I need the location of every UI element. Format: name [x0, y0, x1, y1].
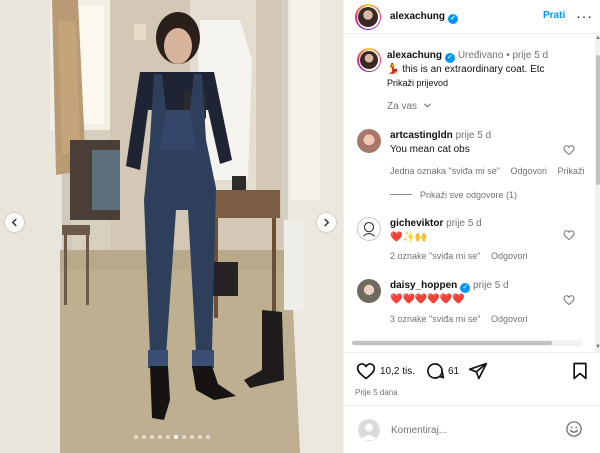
post-photo[interactable] [0, 0, 343, 453]
chevron-down-icon [423, 103, 431, 108]
verified-badge-icon: ✓ [445, 53, 456, 63]
commenter-username[interactable]: artcastingldn [390, 130, 453, 141]
like-count[interactable]: 10,2 tis. [380, 366, 415, 377]
heart-icon[interactable] [563, 229, 575, 241]
view-replies-link[interactable]: Prikaži sve odgovore (1) [390, 190, 517, 200]
dancer-emoji: 💃 [387, 64, 400, 75]
reply-divider-line [390, 194, 412, 195]
more-options-icon[interactable]: ··· [576, 8, 593, 24]
follow-button[interactable]: Prati [543, 10, 565, 21]
comment-like-count[interactable]: 2 oznake "sviđa mi se" [390, 251, 480, 261]
comment-actions: Jedna oznaka "sviđa mi se" Odgovori Prik… [390, 166, 593, 176]
commenter-avatar[interactable] [357, 129, 381, 153]
comment-like-count[interactable]: Jedna oznaka "sviđa mi se" [390, 166, 500, 176]
post-date[interactable]: Prije 5 dana [355, 388, 398, 397]
comment-actions: 3 oznake "sviđa mi se" Odgovori [390, 314, 535, 324]
reply-button[interactable]: Odgovori [491, 314, 528, 324]
carousel-indicator [134, 435, 210, 439]
comment-like-count[interactable]: 3 oznake "sviđa mi se" [390, 314, 480, 324]
commenter-avatar[interactable] [357, 217, 381, 241]
comment-text: ❤️❤️❤️❤️❤️❤️ [390, 294, 465, 305]
heart-icon[interactable] [356, 361, 376, 381]
comment-text: You mean cat obs [390, 144, 470, 155]
author-username[interactable]: alexachung ✓ [390, 11, 459, 24]
post-header: alexachung ✓ Prati ··· [344, 0, 600, 34]
carousel-dot [174, 435, 178, 439]
edited-label: Uređivano [457, 50, 504, 61]
chevron-left-icon [11, 218, 17, 227]
comment-item: daisy_hoppen ✓ prije 5 d ❤️❤️❤️❤️❤️❤️ 3 o… [344, 277, 595, 337]
carousel-dot [190, 435, 194, 439]
paper-plane-icon[interactable] [468, 361, 488, 381]
comments-scrollbar[interactable]: ▲ ▼ [595, 35, 600, 352]
horizontal-scrollbar[interactable] [352, 340, 582, 346]
smiley-icon[interactable] [565, 420, 583, 438]
heart-icon[interactable] [563, 294, 575, 306]
caption-username[interactable]: alexachung [387, 50, 442, 61]
comment-item: artcastingldn prije 5 d You mean cat obs… [344, 127, 595, 207]
post-side-panel: alexachung ✓ Prati ··· alexachung ✓ Uređiv… [343, 0, 600, 453]
comment-time[interactable]: prije 5 d [446, 218, 482, 229]
next-slide-button[interactable] [317, 213, 336, 232]
default-user-icon [361, 423, 377, 440]
comment-input[interactable] [391, 420, 551, 440]
scroll-up-arrow-icon[interactable]: ▲ [595, 35, 600, 43]
show-button[interactable]: Prikaži [558, 166, 585, 176]
carousel-dot [142, 435, 146, 439]
carousel-dot [150, 435, 154, 439]
scroll-down-arrow-icon[interactable]: ▼ [595, 344, 600, 352]
post-actions-bar: 10,2 tis. 61 Prije 5 dana [344, 352, 600, 400]
comment-count[interactable]: 61 [448, 366, 459, 377]
chevron-right-icon [324, 218, 330, 227]
author-avatar[interactable] [355, 4, 381, 30]
caption-header: alexachung ✓ Uređivano • prije 5 d [387, 50, 548, 63]
comment-text: ❤️✨🙌 [390, 232, 428, 243]
carousel-dot [166, 435, 170, 439]
comment-header: artcastingldn prije 5 d [390, 130, 491, 141]
previous-slide-button[interactable] [5, 213, 24, 232]
commenter-username[interactable]: gicheviktor [390, 218, 443, 229]
reply-button[interactable]: Odgovori [510, 166, 547, 176]
mirror-selfie-image [0, 0, 343, 453]
carousel-dot [206, 435, 210, 439]
show-translation-link[interactable]: Prikaži prijevod [387, 78, 448, 88]
comment-item: gicheviktor prije 5 d ❤️✨🙌 2 oznake "svi… [344, 215, 595, 265]
caption-time[interactable]: prije 5 d [512, 50, 548, 61]
doodle-avatar-icon [363, 222, 375, 237]
bookmark-icon[interactable] [570, 361, 590, 381]
carousel-dot [198, 435, 202, 439]
comment-header: daisy_hoppen ✓ prije 5 d [390, 280, 509, 293]
comment-time[interactable]: prije 5 d [456, 130, 492, 141]
carousel-dot [182, 435, 186, 439]
verified-badge-icon: ✓ [460, 283, 471, 293]
current-user-avatar [358, 419, 380, 441]
heart-icon[interactable] [563, 144, 575, 156]
commenter-avatar[interactable] [357, 279, 381, 303]
comment-header: gicheviktor prije 5 d [390, 218, 482, 229]
comments-list[interactable]: alexachung ✓ Uređivano • prije 5 d 💃 this… [344, 35, 595, 352]
carousel-dot [134, 435, 138, 439]
scrollbar-thumb[interactable] [596, 55, 600, 185]
verified-badge-icon: ✓ [448, 14, 459, 24]
caption-author-avatar[interactable] [357, 48, 381, 72]
reply-button[interactable]: Odgovori [491, 251, 528, 261]
commenter-username[interactable]: daisy_hoppen [390, 280, 457, 291]
carousel-dot [158, 435, 162, 439]
caption-text: 💃 this is an extraordinary coat. Etc [387, 64, 545, 75]
comment-bubble-icon[interactable] [425, 361, 445, 381]
comment-actions: 2 oznake "sviđa mi se" Odgovori [390, 251, 535, 261]
add-comment-bar [344, 405, 600, 453]
for-you-dropdown[interactable]: Za vas [387, 101, 432, 112]
separator-dot: • [506, 50, 510, 61]
comment-time[interactable]: prije 5 d [473, 280, 509, 291]
